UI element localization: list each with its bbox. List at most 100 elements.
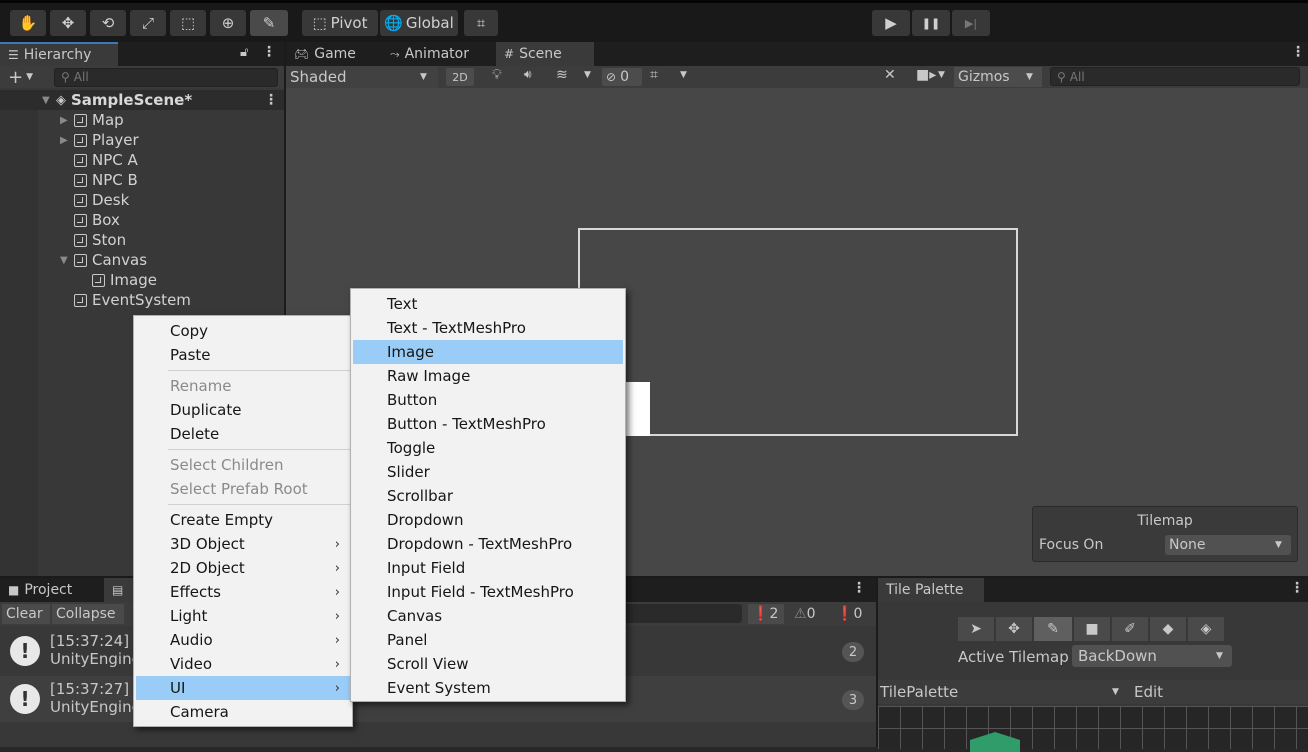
hierarchy-item-npc-b[interactable]: NPC B <box>60 170 138 190</box>
select-tool-icon[interactable]: ➤ <box>958 617 994 641</box>
tab-game[interactable]: 🎮︎ Game <box>286 42 370 66</box>
kebab-menu-icon[interactable]: ⋮ <box>262 44 276 60</box>
ui-menu-item-input-field-textmeshpro[interactable]: Input Field - TextMeshPro <box>353 580 623 604</box>
ui-menu-item-text-textmeshpro[interactable]: Text - TextMeshPro <box>353 316 623 340</box>
hierarchy-item-eventsystem[interactable]: EventSystem <box>60 290 191 310</box>
hand-tool-icon[interactable]: ✋ <box>10 10 46 36</box>
eraser-icon[interactable]: ◆ <box>1150 617 1186 641</box>
menu-item-copy[interactable]: Copy <box>136 319 350 343</box>
rotate-tool-icon[interactable]: ⟲ <box>90 10 126 36</box>
chevron-down-icon[interactable]: ▼ <box>584 70 591 80</box>
clear-button[interactable]: Clear <box>2 604 50 624</box>
brush-tool-icon[interactable]: ✎ <box>250 10 288 36</box>
ui-menu-item-panel[interactable]: Panel <box>353 628 623 652</box>
ui-menu-item-scroll-view[interactable]: Scroll View <box>353 652 623 676</box>
collapsed-arrow-icon[interactable]: ▶ <box>60 135 74 146</box>
hierarchy-item-player[interactable]: ▶ Player <box>60 130 139 150</box>
transform-tool-icon[interactable]: ⊕ <box>210 10 246 36</box>
tile-palette-kebab-icon[interactable]: ⋮ <box>1290 580 1304 596</box>
effects-icon[interactable]: ≋ <box>556 67 568 83</box>
menu-item-effects[interactable]: Effects › <box>136 580 350 604</box>
grid-snap-icon[interactable]: ⌗ <box>464 10 498 36</box>
ui-menu-item-event-system[interactable]: Event System <box>353 676 623 700</box>
hierarchy-item-canvas[interactable]: ▼ Canvas <box>60 250 147 270</box>
lighting-icon[interactable]: 💡︎ <box>492 67 502 83</box>
audio-icon[interactable]: 🔊︎ <box>524 67 532 82</box>
hierarchy-item-npc-a[interactable]: NPC A <box>60 150 138 170</box>
scale-tool-icon[interactable]: ⤢ <box>130 10 166 36</box>
palette-dropdown[interactable]: TilePalette ▼ <box>880 682 1126 702</box>
tab-scene[interactable]: # Scene <box>496 42 594 66</box>
scene-search-input[interactable]: ⚲ All <box>1050 67 1300 86</box>
ui-menu-item-image[interactable]: Image <box>353 340 623 364</box>
focus-on-dropdown[interactable]: None ▼ <box>1165 535 1291 555</box>
camera-icon[interactable]: ■▸ <box>916 67 936 83</box>
hierarchy-item-box[interactable]: Box <box>60 210 120 230</box>
menu-item-paste[interactable]: Paste <box>136 343 350 367</box>
hierarchy-item-image[interactable]: Image <box>78 270 157 290</box>
add-object-button[interactable]: + <box>8 67 23 88</box>
tab-tile-palette[interactable]: Tile Palette <box>878 578 984 602</box>
rect-tool-icon[interactable]: ⬚ <box>170 10 206 36</box>
paint-brush-icon[interactable]: ✎ <box>1034 617 1072 641</box>
ui-menu-item-slider[interactable]: Slider <box>353 460 623 484</box>
menu-item-2d-object[interactable]: 2D Object › <box>136 556 350 580</box>
hierarchy-search-input[interactable]: ⚲ All <box>54 67 278 87</box>
expanded-arrow-icon[interactable]: ▼ <box>60 255 74 266</box>
ui-menu-item-button[interactable]: Button <box>353 388 623 412</box>
menu-item-camera[interactable]: Camera <box>136 700 350 724</box>
hierarchy-item-ston[interactable]: Ston <box>60 230 126 250</box>
expand-arrow-icon[interactable]: ▼ <box>42 95 56 106</box>
move-tool-icon[interactable]: ✥ <box>996 617 1032 641</box>
scene-kebab-icon[interactable]: ⋮ <box>264 92 278 108</box>
global-button[interactable]: 🌐 Global <box>380 10 458 36</box>
scene-kebab-icon[interactable]: ⋮ <box>1291 44 1305 60</box>
edit-palette-button[interactable]: Edit <box>1130 682 1174 702</box>
shading-dropdown[interactable]: Shaded ▼ <box>286 66 438 88</box>
image-object[interactable] <box>626 382 650 436</box>
chevron-down-icon[interactable]: ▼ <box>680 70 687 80</box>
hidden-objects-toggle[interactable]: ⊘ 0 <box>602 68 642 86</box>
hierarchy-item-desk[interactable]: Desk <box>60 190 129 210</box>
menu-item-3d-object[interactable]: 3D Object › <box>136 532 350 556</box>
chevron-down-icon[interactable]: ▼ <box>26 72 33 82</box>
ui-menu-item-dropdown-textmeshpro[interactable]: Dropdown - TextMeshPro <box>353 532 623 556</box>
ui-menu-item-dropdown[interactable]: Dropdown <box>353 508 623 532</box>
tab-project[interactable]: ■ Project <box>0 578 100 602</box>
pivot-button[interactable]: ⬚ Pivot <box>302 10 378 36</box>
tab-animator[interactable]: ⤳ Animator <box>382 42 492 66</box>
warning-filter-toggle[interactable]: ⚠ 0 <box>790 604 826 624</box>
move-tool-icon[interactable]: ✥ <box>50 10 86 36</box>
tile-palette-grid[interactable] <box>878 706 1308 752</box>
step-button[interactable]: ▶| <box>952 10 990 36</box>
ui-menu-item-button-textmeshpro[interactable]: Button - TextMeshPro <box>353 412 623 436</box>
green-tile-sprite[interactable] <box>970 732 1020 752</box>
menu-item-create-empty[interactable]: Create Empty <box>136 508 350 532</box>
info-filter-toggle[interactable]: ❗ 0 <box>832 604 872 624</box>
fill-bucket-icon[interactable]: ◈ <box>1188 617 1224 641</box>
ui-menu-item-toggle[interactable]: Toggle <box>353 436 623 460</box>
menu-item-delete[interactable]: Delete <box>136 422 350 446</box>
collapsed-arrow-icon[interactable]: ▶ <box>60 115 74 126</box>
error-filter-toggle[interactable]: ❗ 2 <box>748 604 784 624</box>
chevron-down-icon[interactable]: ▼ <box>938 70 945 80</box>
tab-hierarchy[interactable]: ☰ Hierarchy <box>0 42 118 66</box>
ui-menu-item-raw-image[interactable]: Raw Image <box>353 364 623 388</box>
menu-item-duplicate[interactable]: Duplicate <box>136 398 350 422</box>
pause-button[interactable]: ❚❚ <box>912 10 950 36</box>
gizmos-dropdown[interactable]: Gizmos ▼ <box>954 67 1042 87</box>
ui-menu-item-scrollbar[interactable]: Scrollbar <box>353 484 623 508</box>
lock-icon[interactable]: 🔓︎ <box>240 45 248 60</box>
tools-icon[interactable]: ✕ <box>884 67 896 83</box>
menu-item-light[interactable]: Light › <box>136 604 350 628</box>
menu-item-audio[interactable]: Audio › <box>136 628 350 652</box>
menu-item-video[interactable]: Video › <box>136 652 350 676</box>
picker-icon[interactable]: ✐ <box>1112 617 1148 641</box>
console-kebab-icon[interactable]: ⋮ <box>852 580 866 596</box>
active-tilemap-dropdown[interactable]: BackDown ▼ <box>1072 645 1232 667</box>
ui-menu-item-canvas[interactable]: Canvas <box>353 604 623 628</box>
grid-icon[interactable]: ⌗ <box>650 67 658 83</box>
scene-row[interactable]: ▼ ◈ SampleScene* ⋮ <box>0 90 284 110</box>
box-fill-icon[interactable]: ■ <box>1074 617 1110 641</box>
play-button[interactable]: ▶ <box>872 10 910 36</box>
